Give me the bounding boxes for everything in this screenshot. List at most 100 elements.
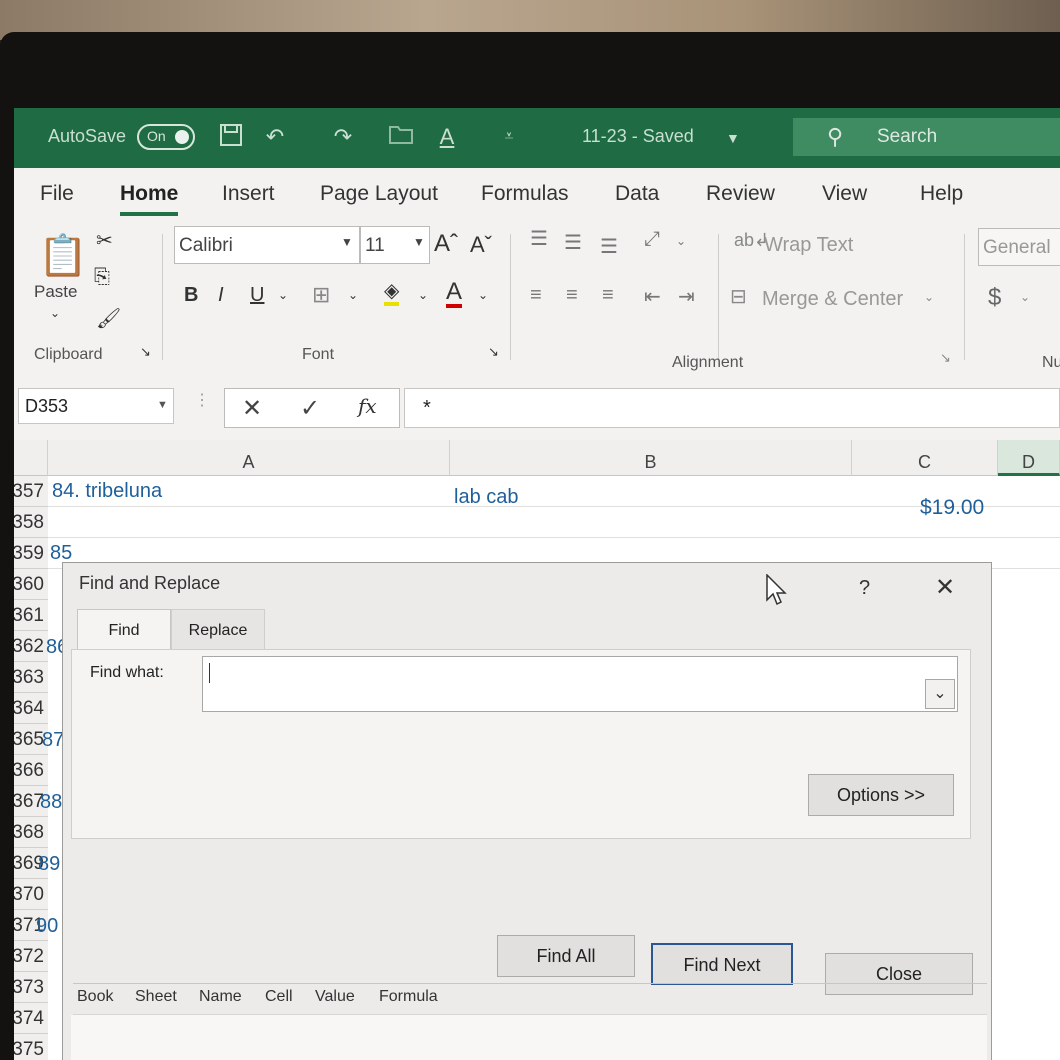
align-top-icon[interactable]: ☰ [530,226,548,251]
font-color-icon[interactable]: A [432,122,462,152]
dialog-launcher-icon[interactable]: ↘ [940,350,951,366]
close-icon[interactable]: ✕ [935,573,955,602]
chevron-down-icon[interactable]: ⌄ [50,306,60,320]
chevron-down-icon[interactable]: ⌄ [1020,290,1030,304]
find-next-button[interactable]: Find Next [651,943,793,985]
chevron-down-icon[interactable]: ▼ [726,130,740,146]
row-header[interactable]: 375 [14,1034,48,1060]
results-list[interactable] [71,1015,987,1060]
results-col-sheet[interactable]: Sheet [135,988,177,1006]
paste-label[interactable]: Paste [34,282,77,302]
font-name-select[interactable]: Calibri ▼ [174,226,360,264]
bold-button[interactable]: B [184,284,198,307]
insert-function-button[interactable]: fx [358,394,377,418]
cell-a365[interactable]: 87 [42,729,64,752]
name-box[interactable]: D353 ▼ [18,388,174,424]
open-icon[interactable] [386,122,416,152]
save-icon[interactable] [216,122,246,152]
chevron-down-icon[interactable]: ⌄ [278,288,288,302]
row-header[interactable]: 373 [14,972,48,1003]
column-header-d[interactable]: D [998,440,1060,476]
tab-formulas[interactable]: Formulas [481,182,569,206]
number-format-select[interactable]: General [978,228,1060,266]
find-what-input[interactable]: ⌄ [202,656,958,712]
tab-replace[interactable]: Replace [171,609,265,649]
results-col-value[interactable]: Value [315,988,355,1006]
merge-center-icon[interactable]: ⊟ [730,284,747,309]
chevron-down-icon[interactable]: ⌄ [418,288,428,302]
cancel-icon[interactable]: ✕ [242,394,262,423]
column-header-c[interactable]: C [852,440,998,476]
tab-find[interactable]: Find [77,609,171,649]
tab-home[interactable]: Home [120,182,179,216]
align-bottom-icon[interactable]: ☰ [600,234,618,259]
row-header[interactable]: 366 [14,755,48,786]
row-header[interactable]: 368 [14,817,48,848]
row-header[interactable]: 370 [14,879,48,910]
chevron-down-icon[interactable]: ⌄ [924,290,934,304]
options-button[interactable]: Options >> [808,774,954,816]
row-header[interactable]: 358 [14,507,48,538]
dialog-launcher-icon[interactable]: ↘ [140,344,151,360]
row-header[interactable]: 364 [14,693,48,724]
redo-icon[interactable]: ↷ [328,122,358,152]
increase-indent-icon[interactable]: ⇥ [678,284,695,309]
row-header[interactable]: 359 [14,538,48,569]
find-all-button[interactable]: Find All [497,935,635,977]
row-header[interactable]: 372 [14,941,48,972]
dialog-launcher-icon[interactable]: ↘ [488,344,499,360]
tab-review[interactable]: Review [706,182,775,206]
cell-b357[interactable]: lab cab [454,486,519,509]
copy-icon[interactable]: ⎘ [94,266,110,289]
cut-icon[interactable]: ✂ [96,228,113,253]
chevron-down-icon[interactable]: ⌄ [925,679,955,709]
row-header[interactable]: 357 [14,476,48,507]
align-right-icon[interactable]: ≡ [602,284,614,307]
tab-insert[interactable]: Insert [222,182,275,206]
cell-a357[interactable]: 84. tribeluna [52,480,162,503]
column-header-a[interactable]: A [48,440,450,476]
merge-center-button[interactable]: Merge & Center [762,288,903,311]
tab-file[interactable]: File [40,182,74,206]
paste-icon[interactable]: 📋 [38,232,88,279]
results-col-cell[interactable]: Cell [265,988,293,1006]
results-col-book[interactable]: Book [77,988,113,1006]
decrease-font-icon[interactable]: Aˇ [470,232,492,258]
help-button[interactable]: ? [859,577,870,600]
results-col-name[interactable]: Name [199,988,242,1006]
tab-view[interactable]: View [822,182,867,206]
currency-button[interactable]: $ [988,284,1001,312]
column-header-b[interactable]: B [450,440,852,476]
select-all-corner[interactable] [14,440,48,476]
tab-help[interactable]: Help [920,182,963,206]
results-col-formula[interactable]: Formula [379,988,438,1006]
formula-input[interactable]: * [404,388,1060,428]
font-size-select[interactable]: 11 ▼ [360,226,430,264]
align-middle-icon[interactable]: ☰ [564,230,582,255]
orientation-icon[interactable]: ⤢ [644,228,660,251]
row-header[interactable]: 374 [14,1003,48,1034]
borders-icon[interactable]: ⊞ [312,282,330,308]
tab-data[interactable]: Data [615,182,659,206]
chevron-down-icon[interactable]: ⌄ [478,288,488,302]
wrap-text-button[interactable]: Wrap Text [764,234,853,257]
underline-button[interactable]: U [250,284,264,307]
cell-a371[interactable]: 90 [36,915,58,938]
cell-c357[interactable]: $19.00 [920,496,984,520]
row-header[interactable]: 361 [14,600,48,631]
customize-icon[interactable]: ⩡ [494,122,524,152]
italic-button[interactable]: I [218,284,224,307]
row-header[interactable]: 362 [14,631,48,662]
format-painter-icon[interactable]: 🖌 [96,306,121,331]
autosave-toggle[interactable]: On [137,124,195,150]
search-box[interactable]: ⚲ Search [793,118,1060,156]
cell-a369[interactable]: 89 [38,853,60,876]
increase-font-icon[interactable]: Aˆ [434,230,458,258]
font-color-icon[interactable]: A [446,280,463,308]
fill-color-icon[interactable]: ◈ [384,280,400,306]
document-title[interactable]: 11-23 - Saved [582,126,694,147]
decrease-indent-icon[interactable]: ⇤ [644,284,661,309]
row-header[interactable]: 360 [14,569,48,600]
undo-icon[interactable]: ↶ [260,122,290,152]
enter-icon[interactable]: ✓ [300,394,320,423]
